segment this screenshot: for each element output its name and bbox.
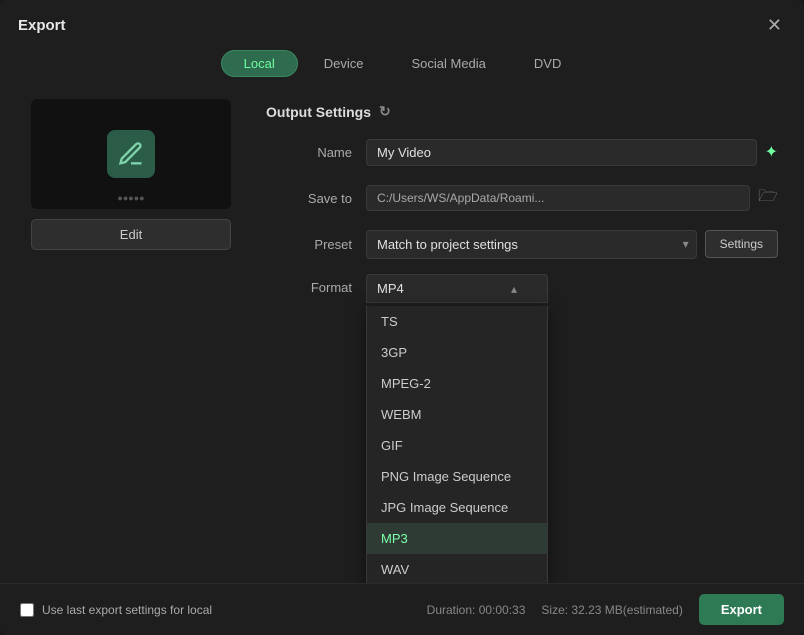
last-export-checkbox[interactable] — [20, 603, 34, 617]
format-select-open[interactable]: MP4 ▴ — [366, 274, 548, 303]
preview-box: ●●●●● — [31, 99, 231, 209]
save-to-input[interactable] — [366, 185, 750, 211]
output-settings-header: Output Settings ↻ — [266, 89, 778, 136]
window-title: Export — [18, 17, 66, 34]
close-button[interactable]: ✕ — [763, 14, 786, 36]
tab-social-media[interactable]: Social Media — [389, 50, 507, 77]
format-option-webm[interactable]: WEBM — [367, 399, 547, 430]
format-dropdown-arrow: ▴ — [511, 282, 517, 296]
format-option-3gp[interactable]: 3GP — [367, 337, 547, 368]
save-to-row: Save to 🗁 — [266, 182, 778, 214]
edit-button[interactable]: Edit — [31, 219, 231, 250]
format-option-ts[interactable]: TS — [367, 306, 547, 337]
format-option-mpeg2[interactable]: MPEG-2 — [367, 368, 547, 399]
preset-select[interactable]: Match to project settings — [366, 230, 697, 259]
refresh-icon[interactable]: ↻ — [379, 103, 391, 120]
right-panel: Output Settings ↻ Name ✦ Save to 🗁 — [246, 89, 788, 583]
format-dropdown-list: TS 3GP MPEG-2 WEBM GIF PNG Image Sequenc… — [366, 306, 548, 583]
save-to-content: 🗁 — [366, 185, 778, 212]
name-content: ✦ — [366, 139, 778, 166]
name-label: Name — [266, 145, 366, 160]
format-option-wav[interactable]: WAV — [367, 554, 547, 583]
format-option-mp3[interactable]: MP3 — [367, 523, 547, 554]
preview-icon — [107, 130, 155, 178]
size-text: Size: 32.23 MB(estimated) — [541, 603, 682, 617]
main-content: ●●●●● Edit Output Settings ↻ Name ✦ Save… — [0, 89, 804, 583]
format-content: MP4 ▴ TS 3GP MPEG-2 WEBM GIF PNG Image S… — [366, 274, 778, 303]
export-window: Export ✕ Local Device Social Media DVD ●… — [0, 0, 804, 635]
last-export-checkbox-label[interactable]: Use last export settings for local — [20, 603, 212, 617]
name-input[interactable] — [366, 139, 757, 166]
format-current-value: MP4 — [377, 281, 404, 296]
preset-content: Match to project settings ▾ Settings — [366, 230, 778, 259]
title-bar: Export ✕ — [0, 0, 804, 46]
preset-select-wrapper: Match to project settings ▾ — [366, 230, 697, 259]
format-row: Format MP4 ▴ TS 3GP MPEG-2 WEBM GIF PNG … — [266, 274, 778, 306]
folder-icon[interactable]: 🗁 — [758, 185, 778, 212]
left-panel: ●●●●● Edit — [16, 89, 246, 583]
save-to-label: Save to — [266, 191, 366, 206]
export-button[interactable]: Export — [699, 594, 784, 625]
tab-device[interactable]: Device — [302, 50, 386, 77]
ai-icon[interactable]: ✦ — [765, 142, 778, 162]
preview-label: ●●●●● — [117, 193, 144, 203]
format-option-gif[interactable]: GIF — [367, 430, 547, 461]
output-settings-title: Output Settings — [266, 104, 371, 120]
bottom-bar: Use last export settings for local Durat… — [0, 583, 804, 635]
preset-row: Preset Match to project settings ▾ Setti… — [266, 228, 778, 260]
tab-dvd[interactable]: DVD — [512, 50, 583, 77]
name-row: Name ✦ — [266, 136, 778, 168]
bottom-info: Duration: 00:00:33 Size: 32.23 MB(estima… — [427, 594, 784, 625]
format-option-jpg[interactable]: JPG Image Sequence — [367, 492, 547, 523]
duration-text: Duration: 00:00:33 — [427, 603, 526, 617]
preset-label: Preset — [266, 237, 366, 252]
tabs-bar: Local Device Social Media DVD — [0, 46, 804, 89]
tab-local[interactable]: Local — [221, 50, 298, 77]
settings-button[interactable]: Settings — [705, 230, 778, 258]
format-label: Format — [266, 274, 366, 295]
format-option-png[interactable]: PNG Image Sequence — [367, 461, 547, 492]
last-export-label: Use last export settings for local — [42, 603, 212, 617]
